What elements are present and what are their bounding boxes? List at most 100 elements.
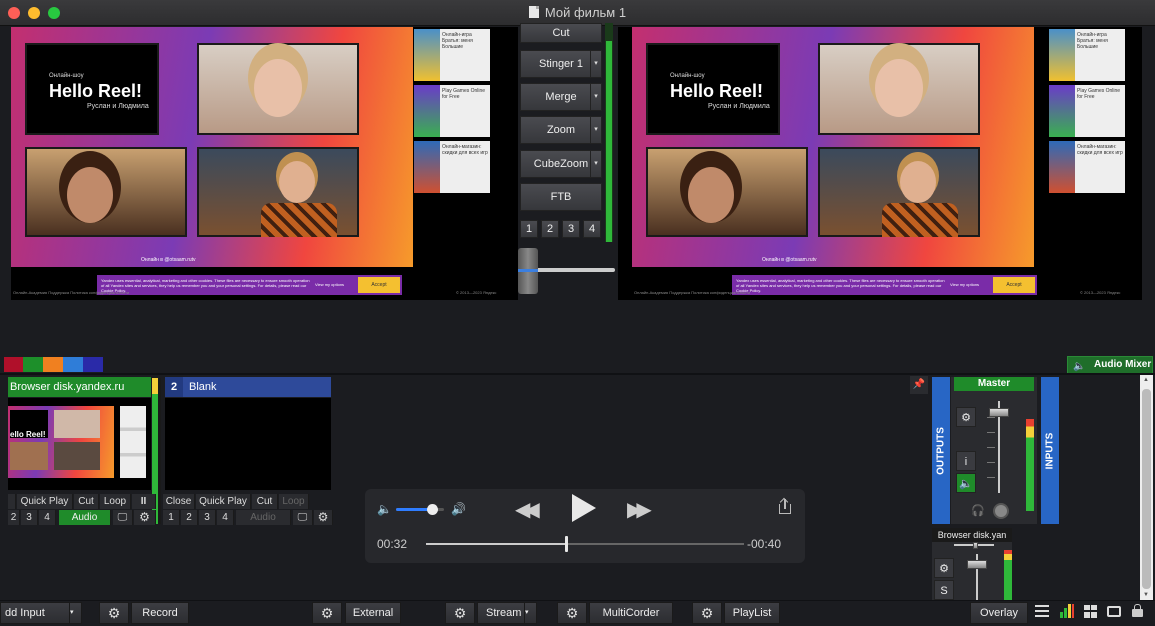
scroll-up-icon[interactable]: ▲ — [1143, 377, 1149, 383]
lock-icon[interactable] — [1132, 604, 1143, 617]
input-2-overlay-3[interactable]: 3 — [199, 510, 216, 525]
color-tag-orange[interactable] — [43, 357, 63, 372]
gear-icon[interactable]: ⚙ — [312, 602, 342, 624]
seek-knob[interactable] — [564, 536, 568, 552]
input-1-preview[interactable]: ello Reel! — [8, 398, 151, 490]
scroll-down-icon[interactable]: ▼ — [1143, 592, 1149, 598]
overlay-button[interactable]: Overlay — [970, 602, 1028, 624]
gear-icon[interactable]: ⚙ — [99, 602, 129, 624]
inputs-tab[interactable]: INPUTS — [1041, 377, 1059, 524]
input-1-overlay-2[interactable]: 2 — [8, 510, 20, 525]
output-screen[interactable]: Онлайн-шоу Hello Reel! Руслан и Людмила … — [618, 27, 1142, 300]
audio-mixer-button[interactable]: 🔈 Audio Mixer — [1067, 356, 1153, 374]
play-icon[interactable] — [572, 494, 596, 522]
face-graphic — [279, 161, 315, 203]
add-input-button[interactable]: dd Input ▾ — [0, 602, 82, 624]
volume-low-icon[interactable]: 🔈 — [377, 502, 392, 516]
speaker-icon[interactable]: 🔈 — [956, 473, 976, 493]
pin-icon[interactable]: 📌 — [910, 376, 928, 394]
input-2-preview[interactable] — [165, 398, 331, 490]
t-bar-handle[interactable] — [518, 248, 538, 294]
outputs-tab[interactable]: OUTPUTS — [932, 377, 950, 524]
external-button[interactable]: External — [345, 602, 401, 624]
guest-video-3 — [197, 147, 359, 237]
gear-icon[interactable]: ⚙ — [692, 602, 722, 624]
input-2-loop-button[interactable]: Loop — [279, 494, 309, 509]
input-1-overlay-3[interactable]: 3 — [21, 510, 38, 525]
dropdown-arrow-icon[interactable]: ▾ — [590, 151, 601, 177]
color-tag-navy[interactable] — [83, 357, 103, 372]
fast-forward-icon[interactable]: ▶▶ — [627, 497, 652, 522]
media-player-controls: 🔈 🔊 ◀◀ ▶▶ 00:32 -00:40 — [365, 489, 805, 563]
gear-icon[interactable]: ⚙ — [956, 407, 976, 427]
transition-slot-1[interactable]: 1 — [520, 220, 538, 238]
record-button[interactable]: Record — [131, 602, 189, 624]
monitor-icon[interactable]: 🖵 — [293, 510, 313, 525]
transition-slot-3[interactable]: 3 — [562, 220, 580, 238]
input-2-close-button[interactable]: Close — [163, 494, 195, 509]
audio-scrollbar[interactable]: ▲ ▼ — [1140, 375, 1153, 600]
input-2-quick-play-button[interactable]: Quick Play — [196, 494, 251, 509]
gear-icon[interactable]: ⚙ — [445, 602, 475, 624]
meter-bars-icon[interactable] — [1060, 604, 1074, 618]
monitor-icon[interactable]: 🖵 — [113, 510, 133, 525]
balance-knob[interactable] — [973, 542, 978, 549]
headphones-icon[interactable]: 🎧 — [971, 504, 985, 517]
volume-knob[interactable] — [427, 504, 438, 515]
volume-high-icon[interactable]: 🔊 — [451, 502, 466, 516]
list-icon[interactable] — [1035, 605, 1049, 617]
fade-to-black-button[interactable]: FTB — [520, 183, 602, 211]
input-2-title[interactable]: 2 Blank — [165, 377, 331, 397]
input-2-cut-button[interactable]: Cut — [252, 494, 278, 509]
headphone-volume-knob[interactable] — [993, 503, 1009, 519]
input-1-loop-button[interactable]: Loop — [100, 494, 131, 509]
input-1-overlay-4[interactable]: 4 — [39, 510, 56, 525]
input-2-overlay-2[interactable]: 2 — [181, 510, 198, 525]
scroll-thumb[interactable] — [1142, 389, 1151, 589]
rewind-icon[interactable]: ◀◀ — [515, 497, 540, 522]
current-time: 00:32 — [377, 537, 408, 551]
transition-stinger-button[interactable]: Stinger 1 ▾ — [520, 50, 602, 78]
gear-icon[interactable]: ⚙ — [934, 558, 954, 578]
input-1-audio-button[interactable]: Audio — [59, 510, 111, 525]
transition-zoom-button[interactable]: Zoom ▾ — [520, 116, 602, 144]
thumbnail: Play Games Online for Free — [414, 85, 490, 137]
dropdown-arrow-icon[interactable]: ▾ — [590, 117, 601, 143]
input-1-quick-play-button[interactable]: Quick Play — [17, 494, 73, 509]
gear-icon[interactable]: ⚙ — [314, 510, 333, 525]
input-1-title[interactable]: Browser disk.yandex.ru — [8, 377, 151, 397]
transition-slot-4[interactable]: 4 — [583, 220, 601, 238]
dropdown-arrow-icon[interactable]: ▾ — [69, 603, 81, 623]
playlist-button[interactable]: PlayList — [724, 602, 780, 624]
share-icon[interactable] — [778, 499, 792, 515]
preview-screen[interactable]: Онлайн-шоу Hello Reel! Руслан и Людмила … — [11, 27, 518, 300]
solo-button[interactable]: S — [934, 580, 954, 600]
transition-slot-2[interactable]: 2 — [541, 220, 559, 238]
color-tag-red[interactable] — [4, 357, 24, 372]
multiview-grid-icon[interactable] — [1084, 605, 1097, 618]
input-1-close-button[interactable] — [8, 494, 16, 509]
stream-button[interactable]: Stream ▾ — [477, 602, 537, 624]
master-info-button[interactable]: i — [956, 451, 976, 471]
volume-slider[interactable] — [396, 504, 444, 515]
color-tag-green[interactable] — [23, 357, 43, 372]
multicorder-button[interactable]: MultiCorder — [589, 602, 673, 624]
gear-icon[interactable]: ⚙ — [134, 510, 156, 525]
browser-fader-knob[interactable] — [967, 560, 987, 569]
dropdown-arrow-icon[interactable]: ▾ — [524, 603, 536, 623]
dropdown-arrow-icon[interactable]: ▾ — [590, 51, 601, 77]
master-fader-knob[interactable] — [989, 408, 1009, 417]
input-2-overlay-4[interactable]: 4 — [217, 510, 234, 525]
seek-bar[interactable] — [426, 536, 744, 552]
input-2-audio-button[interactable]: Audio — [236, 510, 291, 525]
input-1-pause-button[interactable]: II — [132, 494, 156, 509]
camera-icon[interactable] — [1107, 606, 1121, 617]
gear-icon[interactable]: ⚙ — [557, 602, 587, 624]
input-1-cut-button[interactable]: Cut — [74, 494, 99, 509]
transition-cut-button[interactable]: Cut — [520, 23, 602, 43]
transition-cubezoom-button[interactable]: CubeZoom ▾ — [520, 150, 602, 178]
color-tag-blue[interactable] — [63, 357, 83, 372]
dropdown-arrow-icon[interactable]: ▾ — [590, 84, 601, 110]
transition-merge-button[interactable]: Merge ▾ — [520, 83, 602, 111]
input-2-overlay-1[interactable]: 1 — [163, 510, 180, 525]
